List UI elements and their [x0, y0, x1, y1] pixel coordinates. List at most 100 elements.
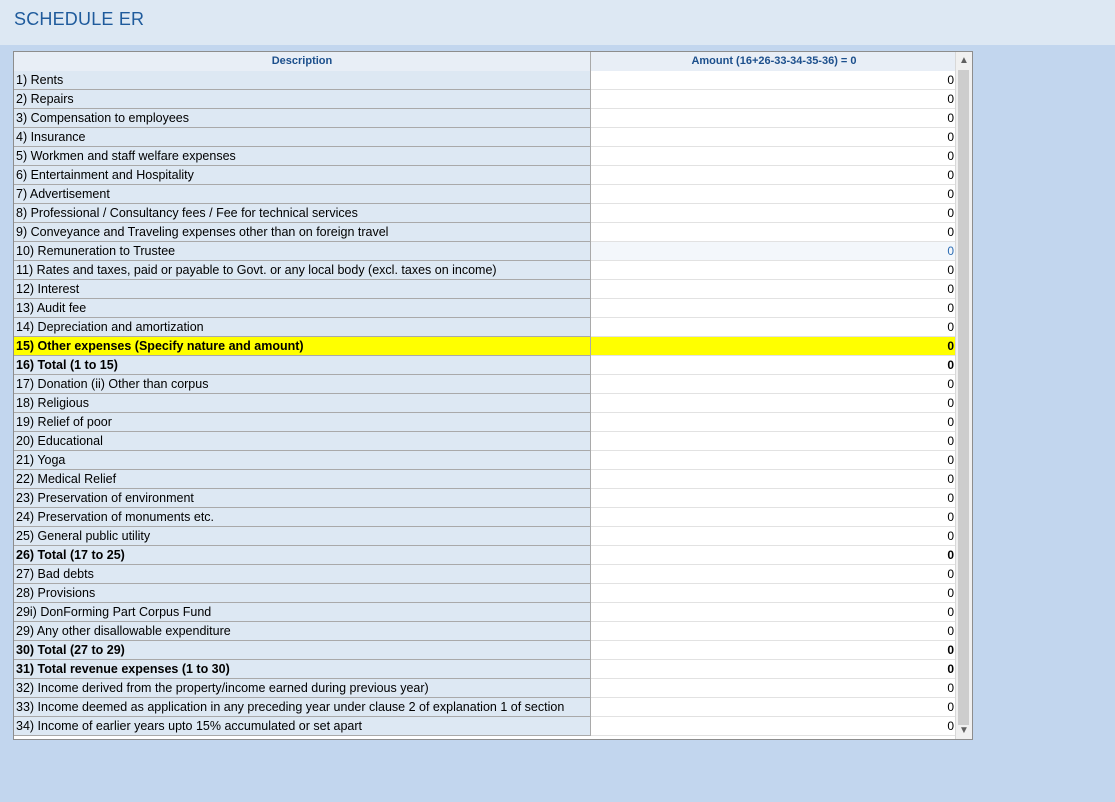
table-row: 1) Rents 0	[14, 71, 957, 90]
chevron-down-icon[interactable]: ▼	[956, 722, 972, 739]
row-description: 30) Total (27 to 29)	[14, 641, 591, 660]
row-amount-input[interactable]: 0	[591, 413, 957, 432]
table-row: 19) Relief of poor 0	[14, 413, 957, 432]
row-description: 14) Depreciation and amortization	[14, 318, 591, 337]
chevron-up-icon[interactable]: ▲	[956, 52, 972, 69]
table-row-highlighted: 15) Other expenses (Specify nature and a…	[14, 337, 957, 356]
row-description: 15) Other expenses (Specify nature and a…	[14, 337, 591, 356]
page-title: SCHEDULE ER	[14, 9, 145, 29]
column-header-amount[interactable]: Amount (16+26-33-34-35-36) = 0	[591, 52, 957, 71]
row-description: 18) Religious	[14, 394, 591, 413]
table-row: 3) Compensation to employees 0	[14, 109, 957, 128]
table-row: 33) Income deemed as application in any …	[14, 698, 957, 717]
row-description: 22) Medical Relief	[14, 470, 591, 489]
table-row: 23) Preservation of environment 0	[14, 489, 957, 508]
row-amount-input[interactable]: 0	[591, 318, 957, 337]
row-amount-input[interactable]: 0	[591, 584, 957, 603]
row-amount-input[interactable]: 0	[591, 109, 957, 128]
table-row: 4) Insurance 0	[14, 128, 957, 147]
row-description: 7) Advertisement	[14, 185, 591, 204]
row-amount-input[interactable]: 0	[591, 337, 957, 356]
row-amount-input[interactable]: 0	[591, 223, 957, 242]
row-amount-value: 0	[591, 546, 957, 565]
row-amount-input[interactable]: 0	[591, 527, 957, 546]
table-row-total: 26) Total (17 to 25) 0	[14, 546, 957, 565]
row-description: 8) Professional / Consultancy fees / Fee…	[14, 204, 591, 223]
row-description: 33) Income deemed as application in any …	[14, 698, 591, 717]
row-description: 28) Provisions	[14, 584, 591, 603]
row-amount-input[interactable]: 0	[591, 166, 957, 185]
row-description: 13) Audit fee	[14, 299, 591, 318]
table-row-total: 31) Total revenue expenses (1 to 30) 0	[14, 660, 957, 679]
table-row: 28) Provisions 0	[14, 584, 957, 603]
row-amount-value: 0	[591, 356, 957, 375]
table-row: 12) Interest 0	[14, 280, 957, 299]
vertical-scrollbar[interactable]: ▲ ▼	[955, 52, 972, 739]
table-row: 27) Bad debts 0	[14, 565, 957, 584]
row-amount-input[interactable]: 0	[591, 90, 957, 109]
row-description: 16) Total (1 to 15)	[14, 356, 591, 375]
row-description: 27) Bad debts	[14, 565, 591, 584]
table-row: 34) Income of earlier years upto 15% acc…	[14, 717, 957, 736]
row-amount-value: 0	[591, 641, 957, 660]
table-row: 29) Any other disallowable expenditure 0	[14, 622, 957, 641]
row-description: 29) Any other disallowable expenditure	[14, 622, 591, 641]
row-amount-input[interactable]: 0	[591, 679, 957, 698]
row-amount-input[interactable]: 0	[591, 432, 957, 451]
table-row: 22) Medical Relief 0	[14, 470, 957, 489]
table-row: 7) Advertisement 0	[14, 185, 957, 204]
row-description: 29i) DonForming Part Corpus Fund	[14, 603, 591, 622]
row-description: 20) Educational	[14, 432, 591, 451]
column-header-description[interactable]: Description	[14, 52, 591, 71]
table-row: 2) Repairs 0	[14, 90, 957, 109]
scrollbar-thumb[interactable]	[958, 70, 969, 725]
row-amount-input[interactable]: 0	[591, 489, 957, 508]
row-amount-input[interactable]: 0	[591, 622, 957, 641]
row-amount-input[interactable]: 0	[591, 147, 957, 166]
table-row: 32) Income derived from the property/inc…	[14, 679, 957, 698]
row-description: 24) Preservation of monuments etc.	[14, 508, 591, 527]
row-description: 17) Donation (ii) Other than corpus	[14, 375, 591, 394]
title-bar: SCHEDULE ER	[0, 0, 1115, 45]
table-row-total: 16) Total (1 to 15) 0	[14, 356, 957, 375]
row-amount-input[interactable]: 0	[591, 204, 957, 223]
row-description: 34) Income of earlier years upto 15% acc…	[14, 717, 591, 736]
row-description: 10) Remuneration to Trustee	[14, 242, 591, 261]
table-row-active: 10) Remuneration to Trustee 0	[14, 242, 957, 261]
row-amount-input[interactable]: 0	[591, 698, 957, 717]
row-description: 1) Rents	[14, 71, 591, 90]
schedule-er-grid: Description Amount (16+26-33-34-35-36) =…	[13, 51, 973, 740]
row-amount-input[interactable]: 0	[591, 717, 957, 736]
row-amount-input[interactable]: 0	[591, 375, 957, 394]
row-description: 12) Interest	[14, 280, 591, 299]
table-row: 13) Audit fee 0	[14, 299, 957, 318]
table-row: 11) Rates and taxes, paid or payable to …	[14, 261, 957, 280]
row-description: 21) Yoga	[14, 451, 591, 470]
row-amount-input[interactable]: 0	[591, 185, 957, 204]
table-row: 6) Entertainment and Hospitality 0	[14, 166, 957, 185]
table-row: 29i) DonForming Part Corpus Fund 0	[14, 603, 957, 622]
row-amount-input[interactable]: 0	[591, 451, 957, 470]
table-row: 9) Conveyance and Traveling expenses oth…	[14, 223, 957, 242]
row-description: 5) Workmen and staff welfare expenses	[14, 147, 591, 166]
table-row: 18) Religious 0	[14, 394, 957, 413]
row-amount-input[interactable]: 0	[591, 128, 957, 147]
row-amount-input[interactable]: 0	[591, 508, 957, 527]
row-amount-input[interactable]: 0	[591, 299, 957, 318]
table-row: 5) Workmen and staff welfare expenses 0	[14, 147, 957, 166]
grid-rows: 1) Rents 0 2) Repairs 0 3) Compensation …	[14, 71, 957, 736]
table-row: 25) General public utility 0	[14, 527, 957, 546]
table-row: 21) Yoga 0	[14, 451, 957, 470]
row-amount-input[interactable]: 0	[591, 394, 957, 413]
row-amount-input[interactable]: 0	[591, 603, 957, 622]
row-amount-input[interactable]: 0	[591, 470, 957, 489]
row-amount-input[interactable]: 0	[591, 261, 957, 280]
row-amount-input[interactable]: 0	[591, 280, 957, 299]
row-description: 2) Repairs	[14, 90, 591, 109]
row-amount-input[interactable]: 0	[591, 71, 957, 90]
table-row: 17) Donation (ii) Other than corpus 0	[14, 375, 957, 394]
table-row: 8) Professional / Consultancy fees / Fee…	[14, 204, 957, 223]
row-amount-input[interactable]: 0	[591, 242, 957, 261]
row-amount-input[interactable]: 0	[591, 565, 957, 584]
row-description: 11) Rates and taxes, paid or payable to …	[14, 261, 591, 280]
